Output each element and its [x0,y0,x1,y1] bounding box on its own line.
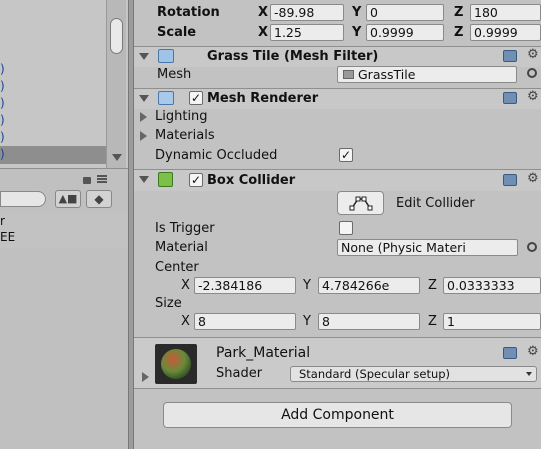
box-collider-title: Box Collider [207,173,296,188]
rotation-z-field[interactable]: 180 [470,4,541,21]
scroll-down-icon[interactable] [112,154,122,161]
axis-y-label[interactable]: Y [352,25,361,41]
mesh-field[interactable]: GrassTile [337,66,517,83]
collapse-icon[interactable] [139,95,149,102]
lock-icon[interactable] [83,177,91,184]
dynamic-occluded-checkbox[interactable]: ✓ [339,148,353,162]
axis-x-label[interactable]: X [181,314,190,330]
menu-icon[interactable] [97,175,107,177]
size-z-field[interactable]: 1 [443,313,541,330]
axis-x-label[interactable]: X [258,25,268,41]
hierarchy-panel: ) ) ) ) ) ) [0,0,128,168]
is-trigger-checkbox[interactable] [339,221,353,235]
mesh-label: Mesh [157,67,192,82]
center-y-field[interactable]: 4.784266e [318,277,420,294]
axis-x-label[interactable]: X [258,5,268,21]
list-item[interactable]: ) [0,96,5,110]
box-collider-icon [158,172,173,187]
size-y-field[interactable]: 8 [318,313,420,330]
object-picker-icon[interactable] [527,68,537,78]
material-label: Material [155,240,208,255]
scale-x-field[interactable]: 1.25 [270,24,344,41]
list-item[interactable]: ) [0,79,5,93]
mesh-renderer-enabled-checkbox[interactable]: ✓ [189,91,203,105]
help-icon[interactable] [503,174,517,186]
axis-z-label[interactable]: Z [428,278,437,294]
list-item-selected[interactable]: ) [0,146,106,164]
mesh-renderer-title: Mesh Renderer [207,91,319,106]
list-item[interactable]: ) [0,130,5,144]
add-component-button[interactable]: Add Component [163,402,512,428]
dropdown-arrow-icon [526,372,532,376]
rotation-label: Rotation [157,5,220,20]
edit-collider-button[interactable] [337,191,384,215]
size-label: Size [155,296,182,311]
scale-y-field[interactable]: 0.9999 [366,24,444,41]
scrollbar-thumb[interactable] [110,18,123,54]
add-component-label: Add Component [281,407,394,423]
dynamic-occluded-label: Dynamic Occluded [155,148,278,163]
gear-icon[interactable]: ⚙ [527,345,539,359]
project-toolbar: ▲■ ◆ [0,168,128,212]
expand-icon[interactable] [140,131,147,141]
axis-z-label[interactable]: Z [454,5,463,21]
center-label: Center [155,260,199,275]
help-icon[interactable] [503,347,517,359]
rotation-x-field[interactable]: -89.98 [270,4,344,21]
axis-y-label[interactable]: Y [352,5,361,21]
edit-collider-label: Edit Collider [396,196,475,211]
scale-z-field[interactable]: 0.9999 [470,24,541,41]
materials-foldout[interactable]: Materials [155,128,215,144]
project-panel-body [0,248,128,449]
list-item[interactable]: ) [0,62,5,76]
axis-x-label[interactable]: X [181,278,190,294]
object-picker-icon[interactable] [527,242,537,252]
gear-icon[interactable]: ⚙ [527,48,539,62]
project-search-input[interactable] [0,191,46,207]
expand-icon[interactable] [140,112,147,122]
center-x-field[interactable]: -2.384186 [194,277,296,294]
rotation-y-field[interactable]: 0 [366,4,444,21]
gear-icon[interactable]: ⚙ [527,172,539,186]
shader-label: Shader [216,366,263,381]
mesh-renderer-icon [158,91,174,105]
list-item[interactable]: ) [0,113,5,127]
mesh-icon [343,70,354,79]
material-preview[interactable] [155,344,197,384]
collapse-icon[interactable] [139,53,149,60]
filter-label-button[interactable]: ◆ [86,190,112,208]
hierarchy-scrollbar[interactable] [106,0,126,168]
expand-icon[interactable] [142,372,149,382]
material-sphere [161,349,191,379]
gear-icon[interactable]: ⚙ [527,90,539,104]
help-icon[interactable] [503,50,517,62]
is-trigger-label: Is Trigger [155,221,215,236]
mesh-filter-icon [158,49,174,63]
size-x-field[interactable]: 8 [194,313,296,330]
physic-material-field[interactable]: None (Physic Materi [337,239,518,256]
edit-collider-icon [349,196,373,211]
collapse-icon[interactable] [139,176,149,183]
mesh-filter-title: Grass Tile (Mesh Filter) [207,49,379,64]
material-name: Park_Material [216,345,311,361]
axis-z-label[interactable]: Z [428,314,437,330]
project-item[interactable]: EE [0,230,15,244]
axis-z-label[interactable]: Z [454,25,463,41]
lighting-foldout[interactable]: Lighting [155,109,208,125]
shader-dropdown[interactable]: Standard (Specular setup) [290,366,537,382]
axis-y-label[interactable]: Y [303,314,311,330]
project-item[interactable]: r [0,214,5,228]
box-collider-enabled-checkbox[interactable]: ✓ [189,173,203,187]
help-icon[interactable] [503,92,517,104]
axis-y-label[interactable]: Y [303,278,311,294]
center-z-field[interactable]: 0.0333333 [443,277,541,294]
scale-label: Scale [157,25,197,40]
filter-type-button[interactable]: ▲■ [55,190,81,208]
